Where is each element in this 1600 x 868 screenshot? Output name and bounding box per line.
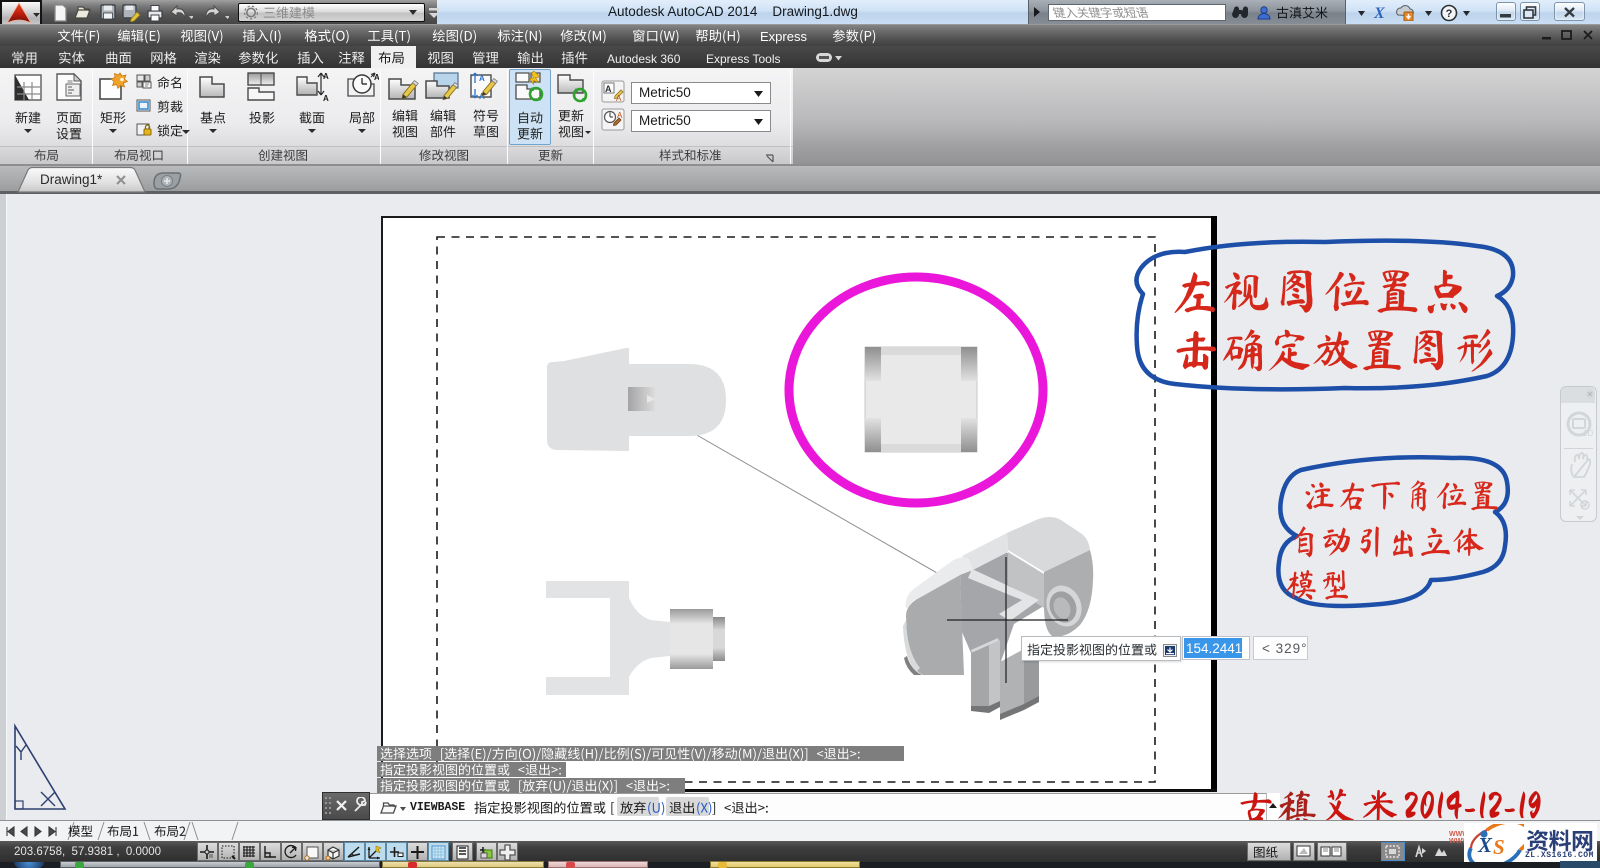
svg-text:A: A — [617, 111, 623, 120]
svg-text:A: A — [323, 94, 329, 103]
svg-text:A: A — [605, 84, 612, 94]
svg-text:A: A — [374, 73, 379, 82]
svg-text:2D: 2D — [1583, 429, 1593, 438]
svg-text:A: A — [479, 74, 485, 83]
svg-text:A: A — [323, 72, 329, 81]
svg-text:?: ? — [1446, 8, 1453, 20]
svg-text:X: X — [1373, 5, 1385, 21]
svg-text:X: X — [1477, 833, 1493, 857]
svg-text:A: A — [616, 94, 622, 103]
svg-text:S: S — [1493, 835, 1505, 859]
